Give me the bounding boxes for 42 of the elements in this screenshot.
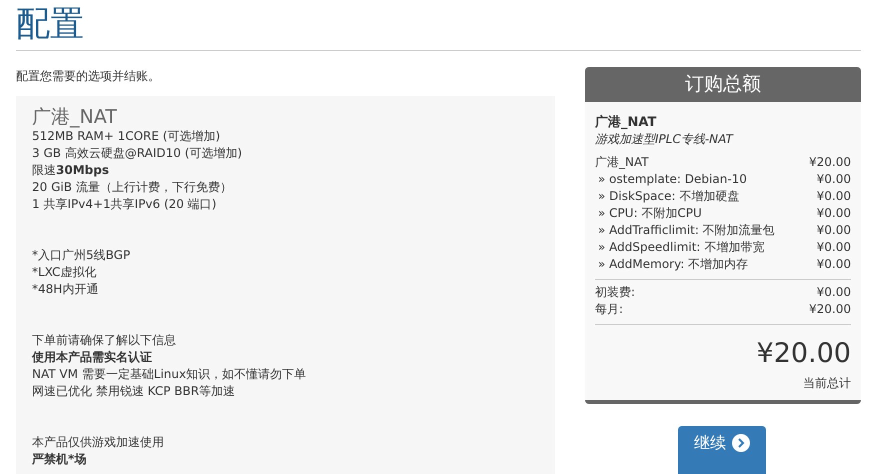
- bold-text-line: 严禁机*场: [32, 451, 86, 468]
- price: ¥20.00: [809, 154, 851, 171]
- item-label: 广港_NAT: [595, 154, 649, 171]
- price: ¥0.00: [816, 256, 851, 273]
- summary-title: 订购总额: [585, 67, 861, 102]
- text-line: 限速30Mbps: [32, 162, 109, 179]
- price: ¥0.00: [816, 222, 851, 239]
- text-line: 本产品仅供游戏加速使用: [32, 434, 164, 451]
- total-label: 当前总计: [802, 375, 851, 392]
- fee-label: 初装费:: [595, 284, 636, 301]
- continue-button[interactable]: 继续: [678, 426, 766, 474]
- option-label: » CPU: 不附加CPU: [597, 205, 702, 222]
- option-label: » AddSpeedlimit: 不增加带宽: [597, 239, 764, 256]
- text-line: 3 GB 高效云硬盘@RAID10 (可选增加): [32, 145, 242, 162]
- price: ¥0.00: [816, 284, 851, 301]
- text-line: NAT VM 需要一定基础Linux知识，如不懂请勿下单: [32, 366, 306, 383]
- intro-text: 配置您需要的选项并结账。: [16, 68, 161, 85]
- price: ¥0.00: [816, 171, 851, 188]
- option-label: » DiskSpace: 不增加硬盘: [597, 188, 740, 205]
- price: ¥20.00: [809, 301, 851, 318]
- text-line: *入口广州5线BGP: [32, 247, 130, 264]
- text-line: 下单前请确保了解以下信息: [32, 332, 176, 349]
- option-label: » AddMemory: 不增加内存: [597, 256, 748, 273]
- fee-label: 每月:: [595, 301, 624, 318]
- product-description: 游戏加速型IPLC专线-NAT: [595, 131, 734, 148]
- option-label: » ostemplate: Debian-10: [597, 171, 747, 188]
- page-title: 配置: [16, 4, 85, 44]
- text-line: 512MB RAM+ 1CORE (可选增加): [32, 128, 220, 145]
- arrow-right-icon: [732, 434, 750, 452]
- text-line: *LXC虚拟化: [32, 264, 96, 281]
- text-line: 20 GiB 流量（上行计费，下行免费）: [32, 179, 232, 196]
- product-name: 广港_NAT: [595, 114, 658, 131]
- product-name: 广港_NAT: [32, 106, 118, 128]
- total-amount: ¥20.00: [756, 337, 851, 371]
- price: ¥0.00: [816, 188, 851, 205]
- option-label: » AddTrafficlimit: 不附加流量包: [597, 222, 775, 239]
- text-line: 1 共享IPv4+1共享IPv6 (20 端口): [32, 196, 216, 213]
- text-line: 网速已优化 禁用锐速 KCP BBR等加速: [32, 383, 236, 400]
- price: ¥0.00: [816, 205, 851, 222]
- price: ¥0.00: [816, 239, 851, 256]
- text-line: *48H内开通: [32, 281, 98, 298]
- bold-text-line: 使用本产品需实名认证: [32, 349, 152, 366]
